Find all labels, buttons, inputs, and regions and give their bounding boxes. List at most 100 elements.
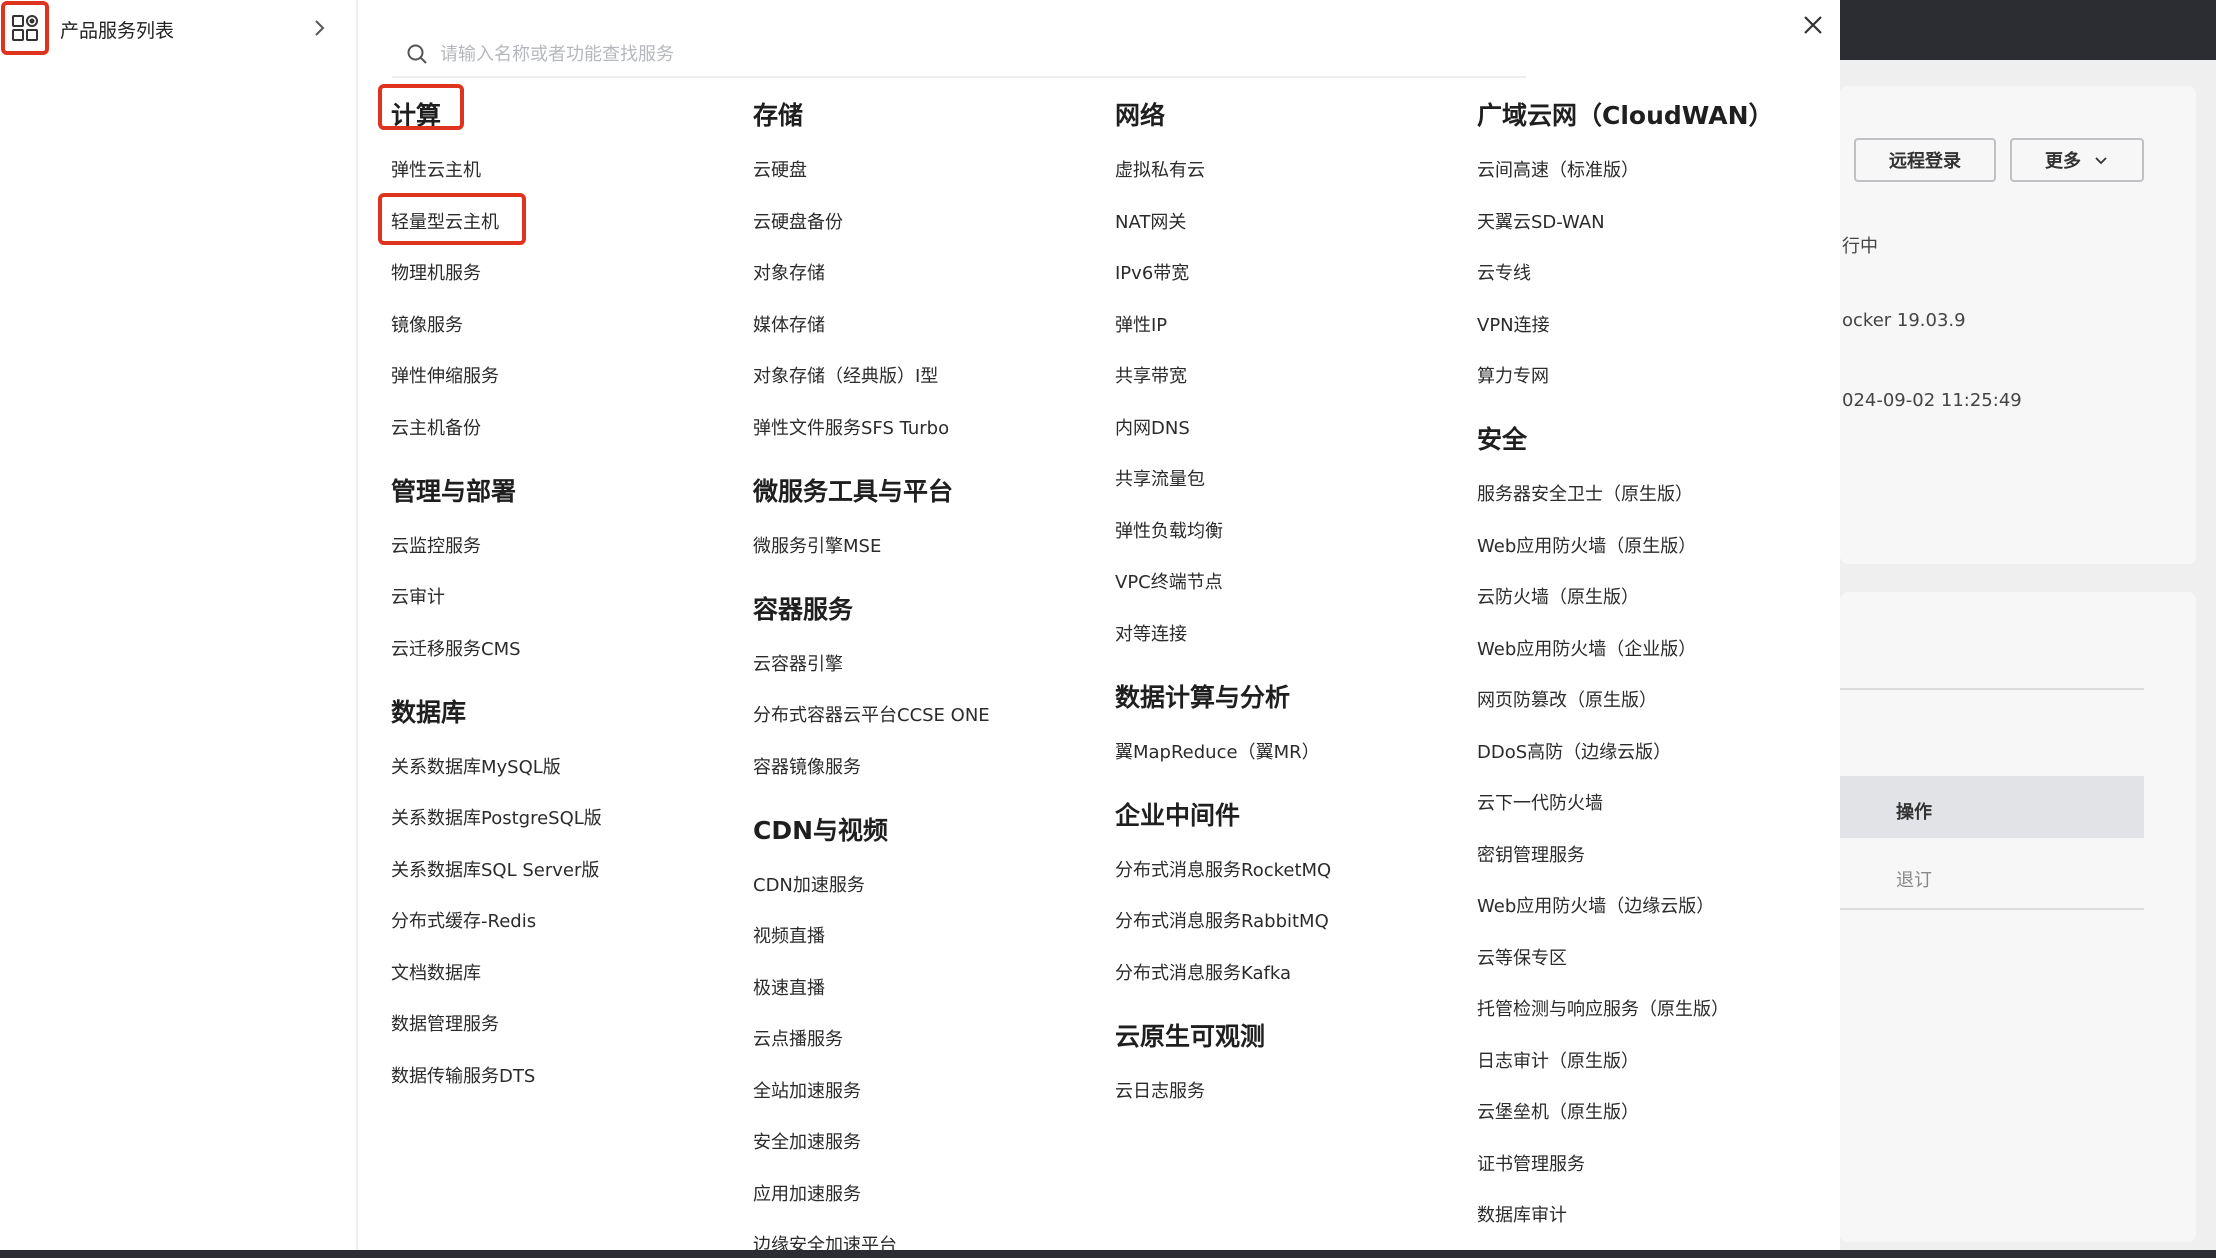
service-link[interactable]: IPv6带宽 [1115,259,1189,285]
service-link[interactable]: 共享流量包 [1115,465,1205,491]
service-link[interactable]: 虚拟私有云 [1115,156,1205,182]
service-link[interactable]: 天翼云SD-WAN [1477,208,1605,234]
service-link[interactable]: VPC终端节点 [1115,568,1223,594]
service-link[interactable]: 数据管理服务 [391,1010,499,1036]
search-bar [392,32,1526,78]
category-title: 管理与部署 [391,476,517,506]
service-link[interactable]: 证书管理服务 [1477,1150,1585,1176]
service-link[interactable]: 云专线 [1477,259,1531,285]
more-label: 更多 [2045,151,2081,172]
service-link[interactable]: 微服务引擎MSE [753,532,881,558]
service-link[interactable]: 云审计 [391,583,445,609]
service-link[interactable]: 镜像服务 [391,311,463,337]
more-dropdown-button[interactable]: 更多 [2010,138,2144,182]
service-link[interactable]: 服务器安全卫士（原生版） [1477,480,1693,506]
service-link[interactable]: 内网DNS [1115,414,1190,440]
product-list-toggle[interactable]: 产品服务列表 [0,0,358,58]
service-link[interactable]: NAT网关 [1115,208,1186,234]
category-title: 云原生可观测 [1115,1021,1266,1051]
bottom-bar [0,1250,2216,1258]
created-time-text: 024-09-02 11:25:49 [1842,390,2022,411]
category-title: 网络 [1115,101,1166,130]
service-link[interactable]: 分布式容器云平台CCSE ONE [753,701,990,727]
unsubscribe-link[interactable]: 退订 [1896,866,1932,892]
service-link[interactable]: 分布式消息服务RabbitMQ [1115,907,1329,933]
service-link[interactable]: VPN连接 [1477,311,1550,337]
service-link[interactable]: 算力专网 [1477,362,1549,388]
service-link[interactable]: CDN加速服务 [753,871,865,897]
service-link[interactable]: 云硬盘备份 [753,208,843,234]
category-title: 微服务工具与平台 [753,476,954,506]
service-link[interactable]: 云防火墙（原生版） [1477,583,1639,609]
service-link[interactable]: 弹性伸缩服务 [391,362,499,388]
service-link[interactable]: 云容器引擎 [753,650,843,676]
service-link[interactable]: 云主机备份 [391,414,481,440]
service-link[interactable]: 云点播服务 [753,1025,843,1051]
service-link[interactable]: 对象存储 [753,259,825,285]
service-link[interactable]: 数据传输服务DTS [391,1062,535,1088]
service-link[interactable]: 弹性IP [1115,311,1167,337]
category-title: 容器服务 [753,594,854,624]
service-link[interactable]: 云硬盘 [753,156,807,182]
divider [1840,688,2144,690]
service-link[interactable]: 托管检测与响应服务（原生版） [1477,995,1729,1021]
service-link[interactable]: 云日志服务 [1115,1077,1205,1103]
service-link[interactable]: 媒体存储 [753,311,825,337]
service-link[interactable]: 物理机服务 [391,259,481,285]
close-icon[interactable] [1800,12,1826,38]
service-link[interactable]: 弹性云主机 [391,156,481,182]
left-sidebar: 产品服务列表 [0,0,358,1250]
service-link[interactable]: Web应用防火墙（企业版） [1477,635,1696,661]
service-link[interactable]: 分布式缓存-Redis [391,907,536,933]
table-header-ops: 操作 [1896,802,1932,823]
service-link[interactable]: 云迁移服务CMS [391,635,521,661]
service-link[interactable]: 云监控服务 [391,532,481,558]
service-link[interactable]: 极速直播 [753,974,825,1000]
service-link[interactable]: 容器镜像服务 [753,753,861,779]
category-title: 企业中间件 [1115,800,1241,830]
remote-login-button[interactable]: 远程登录 [1854,138,1996,182]
status-text: 行中 [1842,236,1878,257]
service-link[interactable]: 分布式消息服务RocketMQ [1115,856,1331,882]
service-link[interactable]: 对等连接 [1115,620,1187,646]
product-list-label: 产品服务列表 [60,20,175,42]
grid-icon[interactable] [1,1,49,55]
service-link[interactable]: 云间高速（标准版） [1477,156,1639,182]
service-link[interactable]: 对象存储（经典版）I型 [753,362,938,388]
service-link[interactable]: Web应用防火墙（边缘云版） [1477,892,1714,918]
service-link[interactable]: 关系数据库MySQL版 [391,753,561,779]
service-link[interactable]: 全站加速服务 [753,1077,861,1103]
category-title: 安全 [1477,425,1528,454]
service-link[interactable]: 云等保专区 [1477,944,1567,970]
service-link[interactable]: 数据库审计 [1477,1201,1567,1227]
service-link[interactable]: 日志审计（原生版） [1477,1047,1639,1073]
category-title: 数据库 [391,697,467,727]
category-title: CDN与视频 [753,815,889,845]
service-link[interactable]: 视频直播 [753,922,825,948]
category-title: 广域云网（CloudWAN） [1477,101,1774,130]
service-link[interactable]: DDoS高防（边缘云版） [1477,738,1671,764]
category-title: 数据计算与分析 [1115,682,1291,712]
service-link[interactable]: 应用加速服务 [753,1180,861,1206]
service-link[interactable]: 翼MapReduce（翼MR） [1115,738,1320,764]
service-link[interactable]: 网页防篡改（原生版） [1477,686,1657,712]
service-link[interactable]: 密钥管理服务 [1477,841,1585,867]
table-header [1840,776,2144,838]
divider [1840,908,2144,910]
docker-version-text: ocker 19.03.9 [1842,310,1966,331]
service-link[interactable]: 文档数据库 [391,959,481,985]
service-link[interactable]: 云堡垒机（原生版） [1477,1098,1639,1124]
service-link[interactable]: 分布式消息服务Kafka [1115,959,1291,985]
search-input[interactable] [440,43,1500,65]
service-link[interactable]: 轻量型云主机 [391,208,499,234]
service-link[interactable]: 弹性文件服务SFS Turbo [753,414,949,440]
service-link[interactable]: 安全加速服务 [753,1128,861,1154]
service-link[interactable]: 共享带宽 [1115,362,1187,388]
service-link[interactable]: 关系数据库PostgreSQL版 [391,804,602,830]
service-link[interactable]: Web应用防火墙（原生版） [1477,532,1696,558]
service-link[interactable]: 云下一代防火墙 [1477,789,1603,815]
chevron-down-icon [2095,157,2107,165]
chevron-right-icon[interactable] [308,17,330,39]
service-link[interactable]: 弹性负载均衡 [1115,517,1223,543]
service-link[interactable]: 关系数据库SQL Server版 [391,856,599,882]
